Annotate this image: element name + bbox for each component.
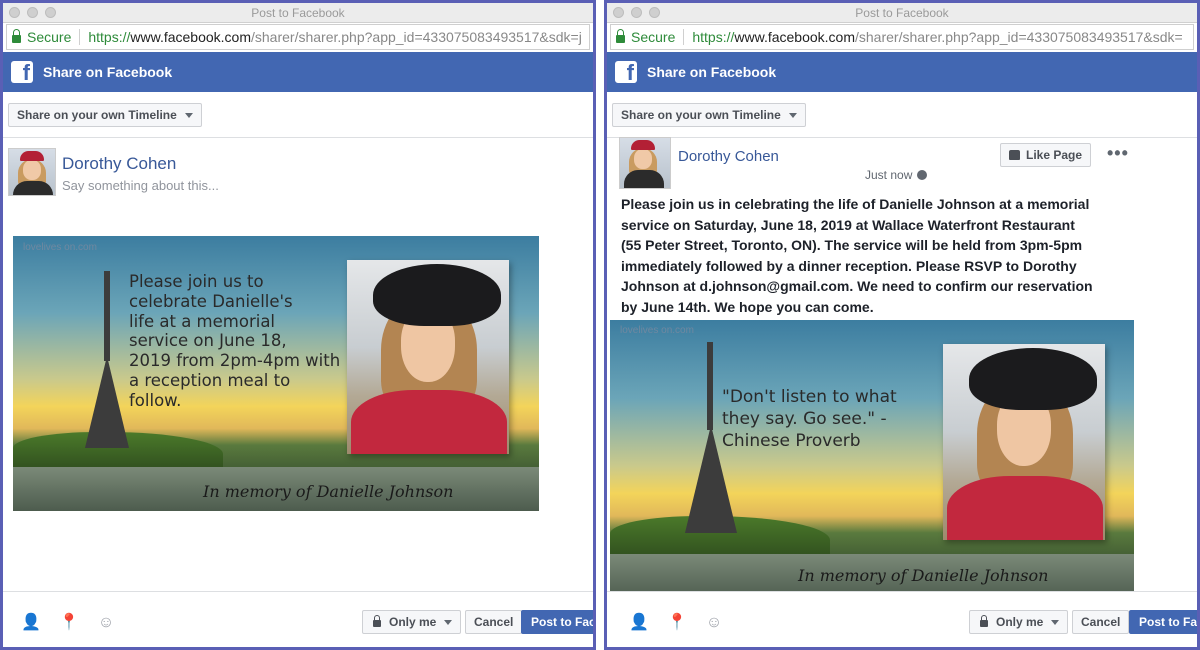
secure-lock-icon [616, 28, 625, 43]
post-text-line: Please join us in celebrating the life o… [621, 196, 1090, 212]
globe-icon [917, 170, 928, 180]
share-target-bar: Share on your own Timeline [607, 92, 1197, 138]
user-name[interactable]: Dorothy Cohen [678, 148, 779, 165]
card-quote-text: "Don't listen to what they say. Go see."… [722, 386, 942, 452]
url-path: /sharer/sharer.php?app_id=43307508349351… [855, 29, 1183, 45]
timestamp-text: Just now [865, 168, 913, 182]
quote-line: Chinese Proverb [722, 431, 861, 452]
url-protocol: https:// [88, 29, 131, 45]
privacy-label: Only me [389, 615, 437, 629]
chevron-down-icon [444, 619, 453, 625]
secure-label: Secure [631, 29, 685, 45]
window-titlebar: Post to Facebook [3, 3, 593, 23]
post-text-line: Johnson at d.johnson@gmail.com. We need … [621, 278, 1093, 294]
facebook-header: f Share on Facebook [607, 52, 1197, 92]
more-options-icon[interactable]: ••• [1107, 143, 1129, 164]
post-button[interactable]: Post to Facebook [1129, 610, 1197, 634]
tag-friends-icon[interactable]: 👤 [21, 614, 41, 632]
share-target-label: Share on your own Timeline [17, 108, 177, 122]
eiffel-tower-spire-shape [104, 271, 110, 361]
right-share-dialog: Post to Facebook Secure https://www.face… [604, 0, 1200, 650]
privacy-dropdown[interactable]: Only me [362, 610, 462, 634]
address-bar[interactable]: Secure https://www.facebook.com/sharer/s… [610, 24, 1194, 50]
privacy-lock-icon [373, 615, 381, 627]
privacy-label: Only me [996, 615, 1044, 629]
tag-friends-icon[interactable]: 👤 [629, 614, 649, 632]
thumbs-up-icon [1009, 150, 1020, 160]
feeling-smiley-icon[interactable]: ☺ [97, 614, 115, 632]
window-titlebar: Post to Facebook [607, 3, 1197, 23]
left-share-dialog: Post to Facebook Secure https://www.face… [0, 0, 596, 650]
post-text-line: (55 Peter Street, Toronto, ON). The serv… [621, 237, 1083, 253]
dialog-title: Share on Facebook [43, 64, 173, 80]
shared-image-card[interactable]: lovelives on.com "Don't listen to what t… [610, 320, 1134, 600]
post-text-line: immediately followed by a dinner recepti… [621, 257, 1077, 274]
share-target-dropdown[interactable]: Share on your own Timeline [612, 103, 806, 127]
url-path: /sharer/sharer.php?app_id=43307508349351… [251, 29, 582, 45]
chevron-down-icon [788, 112, 797, 118]
cancel-button[interactable]: Cancel [465, 610, 523, 634]
card-watermark: lovelives on.com [23, 242, 97, 253]
post-timestamp[interactable]: Just now [865, 168, 928, 182]
share-target-label: Share on your own Timeline [621, 108, 781, 122]
quote-line: "Don't listen to what [722, 387, 897, 407]
facebook-header: f Share on Facebook [3, 52, 593, 92]
post-text-line: by June 14th. We hope you can come. [621, 298, 874, 315]
eiffel-tower-shape [85, 356, 129, 448]
card-text-line: life at a memorial [129, 311, 276, 331]
window-title: Post to Facebook [251, 6, 345, 20]
card-text-line: service on June 18, [129, 331, 287, 351]
address-bar[interactable]: Secure https://www.facebook.com/sharer/s… [6, 24, 590, 50]
card-watermark: lovelives on.com [620, 325, 694, 336]
eiffel-tower-spire-shape [707, 342, 713, 430]
location-pin-icon[interactable]: 📍 [59, 614, 79, 632]
memorial-caption: In memory of Danielle Johnson [203, 482, 454, 501]
like-page-button[interactable]: Like Page [1000, 143, 1092, 167]
card-text-line: Please join us to [129, 272, 264, 291]
like-page-label: Like Page [1026, 148, 1083, 162]
portrait-photo [347, 260, 509, 454]
feeling-smiley-icon[interactable]: ☺ [705, 614, 723, 632]
location-pin-icon[interactable]: 📍 [667, 614, 687, 632]
share-target-bar: Share on your own Timeline [3, 92, 593, 138]
share-target-dropdown[interactable]: Share on your own Timeline [8, 103, 202, 127]
card-text-line: a reception meal to [129, 370, 291, 390]
dialog-footer: 👤 📍 ☺ Only me Cancel Post to Facebook [3, 591, 593, 647]
chevron-down-icon [184, 112, 193, 118]
secure-label: Secure [27, 29, 81, 45]
window-title: Post to Facebook [855, 6, 949, 20]
secure-lock-icon [12, 28, 21, 43]
facebook-logo-icon: f [11, 61, 33, 83]
card-invitation-text: Please join us to celebrate Danielle's l… [129, 272, 359, 411]
dialog-footer: 👤 📍 ☺ Only me Cancel Post to Facebook [607, 591, 1197, 647]
avatar [8, 148, 56, 196]
chevron-down-icon [1051, 619, 1060, 625]
url-host: www.facebook.com [130, 29, 251, 45]
avatar [619, 137, 671, 189]
privacy-dropdown[interactable]: Only me [969, 610, 1069, 634]
cancel-button[interactable]: Cancel [1072, 610, 1130, 634]
shared-image-card[interactable]: lovelives on.com Please join us to celeb… [13, 236, 539, 511]
portrait-photo [943, 344, 1105, 540]
card-text-line: 2019 from 2pm-4pm with [129, 351, 341, 371]
status-input[interactable]: Say something about this... [62, 178, 219, 193]
dialog-title: Share on Facebook [647, 64, 777, 80]
card-text-line: celebrate Danielle's [129, 291, 293, 311]
post-text-line: service on Saturday, June 18, 2019 at Wa… [621, 216, 1075, 233]
url-host: www.facebook.com [734, 29, 855, 45]
url-protocol: https:// [692, 29, 735, 45]
facebook-logo-icon: f [615, 61, 637, 83]
post-message: Please join us in celebrating the life o… [621, 194, 1191, 317]
card-text-line: follow. [129, 390, 182, 410]
privacy-lock-icon [980, 615, 988, 627]
post-button[interactable]: Post to Facebook [521, 610, 593, 634]
user-name[interactable]: Dorothy Cohen [62, 154, 176, 174]
memorial-caption: In memory of Danielle Johnson [798, 566, 1049, 585]
quote-line: they say. Go see." - [722, 409, 887, 430]
